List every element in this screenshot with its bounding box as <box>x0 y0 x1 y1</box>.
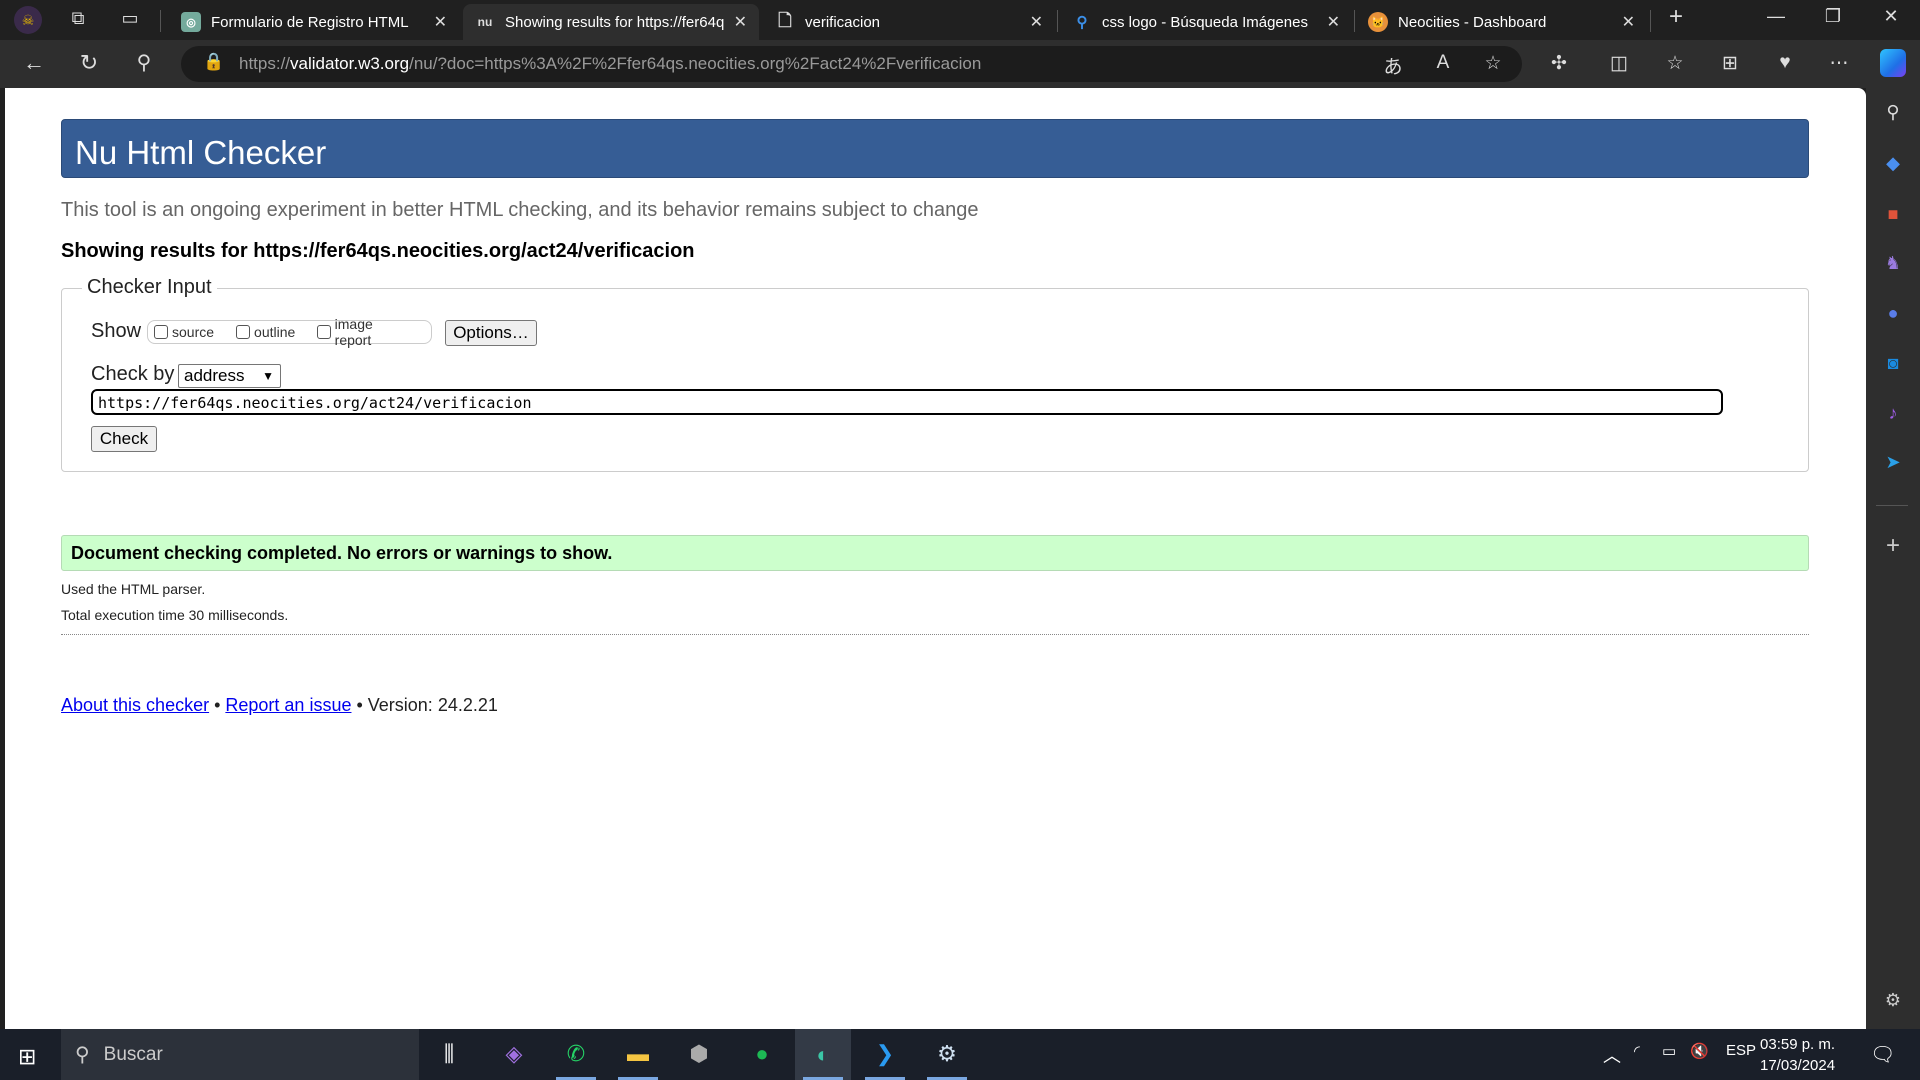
restore-button[interactable]: ❐ <box>1818 6 1848 27</box>
notifications-icon[interactable]: 🗨 <box>1870 1042 1895 1067</box>
nu-icon: nu <box>477 15 493 29</box>
parser-info: Used the HTML parser. <box>61 581 206 597</box>
divider <box>1650 10 1651 32</box>
search-icon: ⚲ <box>75 1044 90 1066</box>
microsoft-365-icon[interactable]: ● <box>1879 303 1907 327</box>
tab-formulario[interactable]: ◎ Formulario de Registro HTML ✕ <box>169 4 459 40</box>
workspaces-icon[interactable]: ⧉ <box>63 8 93 29</box>
divider <box>1057 10 1058 32</box>
show-options-group: source outline image report <box>147 316 432 348</box>
spotify-icon[interactable]: ● <box>742 1036 782 1072</box>
intro-text: This tool is an ongoing experiment in be… <box>61 199 979 221</box>
battery-icon[interactable]: ▭ <box>1662 1042 1676 1060</box>
divider <box>61 634 1809 635</box>
whatsapp-icon[interactable]: ✆ <box>556 1036 596 1072</box>
success-message: Document checking completed. No errors o… <box>61 535 1809 571</box>
back-button[interactable]: ← <box>19 50 49 76</box>
close-window-button[interactable]: ✕ <box>1876 6 1906 27</box>
add-icon[interactable]: + <box>1879 532 1907 559</box>
close-tab-icon[interactable]: ✕ <box>734 12 747 32</box>
unity-icon[interactable]: ⬢ <box>679 1036 719 1072</box>
lock-icon: 🔒 <box>203 52 225 71</box>
about-link[interactable]: About this checker <box>61 695 209 715</box>
outline-option[interactable]: outline <box>236 324 295 340</box>
tab-showing-results[interactable]: nu Showing results for https://fer64qs ✕ <box>463 4 759 40</box>
favorites-icon[interactable]: ☆ <box>1660 52 1690 75</box>
footer: About this checker • Report an issue • V… <box>61 695 498 715</box>
profile-avatar[interactable]: ☠ <box>14 6 42 34</box>
chevron-down-icon: ▼ <box>262 369 274 383</box>
copilot-icon[interactable] <box>1880 49 1906 77</box>
windows-start-icon[interactable]: ⊞ <box>18 1044 36 1070</box>
check-button[interactable]: Check <box>91 426 157 452</box>
tools-icon[interactable]: ■ <box>1879 204 1907 228</box>
file-explorer-icon[interactable]: ▬ <box>618 1036 658 1072</box>
translate-icon[interactable]: あ <box>1378 52 1408 79</box>
close-tab-icon[interactable]: ✕ <box>1622 12 1635 32</box>
collections-icon[interactable]: ⊞ <box>1715 52 1745 75</box>
page-title: Nu Html Checker <box>61 119 1809 178</box>
search-icon: ⚲ <box>1076 14 1088 31</box>
task-view-icon[interactable]: ⫼ <box>429 1036 469 1072</box>
show-label: Show <box>91 320 142 342</box>
image-report-option[interactable]: image report <box>317 316 409 348</box>
close-tab-icon[interactable]: ✕ <box>434 12 447 32</box>
address-bar[interactable]: 🔒 https://validator.w3.org/nu/?doc=https… <box>181 46 1522 82</box>
refresh-button[interactable]: ↻ <box>74 50 104 76</box>
divider <box>1876 505 1908 506</box>
search-button[interactable]: ⚲ <box>129 50 159 75</box>
favorite-star-icon[interactable]: ☆ <box>1478 52 1508 75</box>
outlook-icon[interactable]: ◙ <box>1879 353 1907 377</box>
image-report-checkbox[interactable] <box>317 325 331 339</box>
steam-icon[interactable]: ⚙ <box>927 1036 967 1072</box>
clock[interactable]: 03:59 p. m. 17/03/2024 <box>1760 1034 1835 1076</box>
close-tab-icon[interactable]: ✕ <box>1327 12 1340 32</box>
tab-actions-icon[interactable]: ▭ <box>115 8 145 29</box>
visual-studio-preview-icon[interactable]: ◈ <box>494 1036 534 1072</box>
new-tab-button[interactable]: + <box>1661 3 1691 31</box>
source-option[interactable]: source <box>154 324 214 340</box>
options-button[interactable]: Options… <box>445 320 537 346</box>
split-screen-icon[interactable]: ◫ <box>1604 52 1634 75</box>
document-icon: 🗋 <box>778 10 792 30</box>
checker-input-legend: Checker Input <box>82 276 217 299</box>
execution-time: Total execution time 30 milliseconds. <box>61 607 289 623</box>
check-by-select[interactable]: address ▼ <box>178 364 281 388</box>
games-icon[interactable]: ♞ <box>1879 253 1907 277</box>
show-hidden-icons-chevron-icon[interactable]: ︿ <box>1603 1042 1621 1068</box>
check-by-label: Check by <box>91 363 175 385</box>
divider <box>160 10 161 32</box>
minimize-button[interactable]: — <box>1761 6 1791 27</box>
chatgpt-icon: ◎ <box>181 12 201 32</box>
tab-css-logo[interactable]: ⚲ css logo - Búsqueda Imágenes ✕ <box>1060 4 1352 40</box>
version-text: • Version: 24.2.21 <box>351 695 498 715</box>
search-icon[interactable]: ⚲ <box>1879 102 1907 126</box>
source-checkbox[interactable] <box>154 325 168 339</box>
outline-checkbox[interactable] <box>236 325 251 339</box>
wifi-icon[interactable]: ◜ <box>1634 1042 1640 1060</box>
divider <box>1354 10 1355 32</box>
shopping-tag-icon[interactable]: ◆ <box>1879 153 1907 177</box>
neocities-cat-icon: 🐱 <box>1368 12 1388 32</box>
volume-muted-icon[interactable]: 🔇 <box>1690 1042 1709 1060</box>
language-indicator[interactable]: ESP <box>1726 1042 1756 1059</box>
showing-results-heading: Showing results for https://fer64qs.neoc… <box>61 240 695 262</box>
settings-gear-icon[interactable]: ⚙ <box>1879 990 1907 1014</box>
edge-icon[interactable]: ◐ <box>795 1029 851 1080</box>
vscode-icon[interactable]: ❯ <box>865 1036 905 1072</box>
designer-icon[interactable]: ♪ <box>1879 403 1907 427</box>
browser-essentials-icon[interactable]: ♥ <box>1770 52 1800 74</box>
taskbar-search[interactable]: ⚲ Buscar <box>61 1029 419 1080</box>
tab-verificacion[interactable]: 🗋 verificacion ✕ <box>763 4 1055 40</box>
drop-icon[interactable]: ➤ <box>1879 452 1907 476</box>
more-menu-icon[interactable]: ⋯ <box>1824 52 1854 75</box>
report-issue-link[interactable]: Report an issue <box>225 695 351 715</box>
url-input[interactable]: https://fer64qs.neocities.org/act24/veri… <box>91 389 1723 415</box>
extensions-icon[interactable]: ✣ <box>1544 52 1574 75</box>
close-tab-icon[interactable]: ✕ <box>1030 12 1043 32</box>
tab-neocities[interactable]: 🐱 Neocities - Dashboard ✕ <box>1356 4 1647 40</box>
read-aloud-icon[interactable]: A <box>1428 52 1458 74</box>
